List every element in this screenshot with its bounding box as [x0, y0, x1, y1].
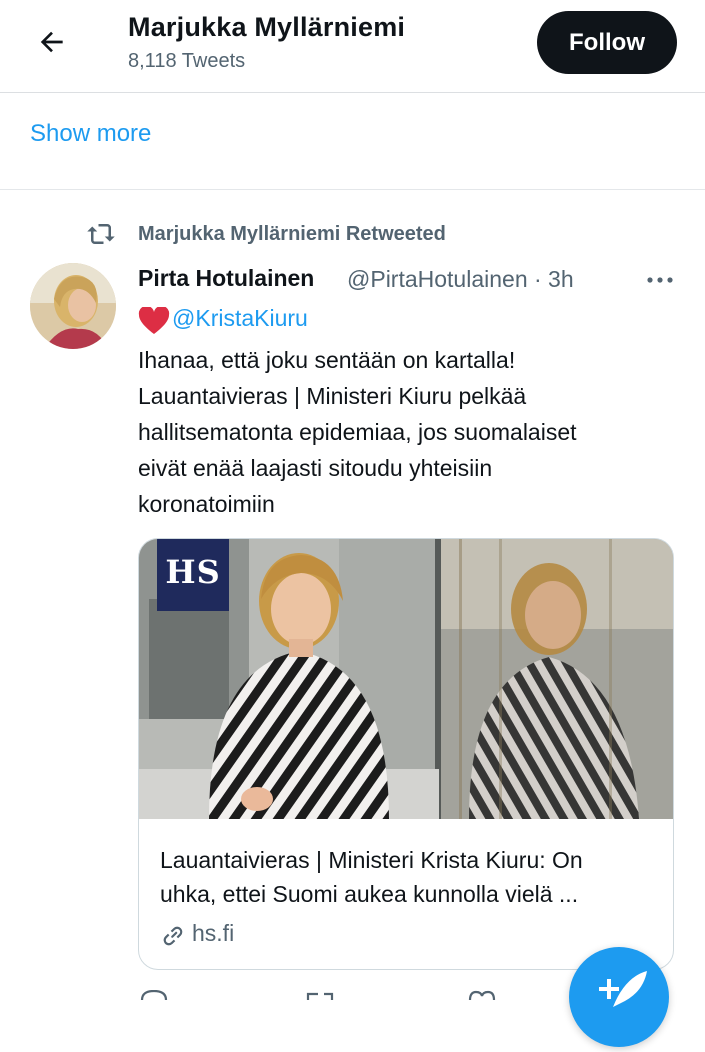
tweet-text: Ihanaa, että joku sentään on kartalla! L… [138, 342, 678, 522]
card-title-line: Lauantaivieras | Ministeri Krista Kiuru:… [160, 847, 583, 873]
link-icon [163, 926, 183, 946]
tweet-handle-time[interactable]: @PirtaHotulainen · 3h [347, 266, 574, 293]
tweet-text-line: hallitsematonta epidemiaa, jos suomalais… [138, 419, 577, 445]
card-title: Lauantaivieras | Ministeri Krista Kiuru:… [160, 843, 660, 911]
tweet-count: 8,118 Tweets [128, 50, 246, 72]
avatar-image [30, 263, 116, 349]
profile-name: Marjukka Myllärniemi [128, 12, 406, 42]
retweeted-by-label: Marjukka Myllärniemi Retweeted [138, 223, 446, 245]
tweet-text-line: Ihanaa, että joku sentään on kartalla! [138, 347, 516, 373]
like-icon[interactable] [468, 990, 496, 1000]
divider [0, 189, 705, 190]
hs-logo: HS [165, 553, 221, 591]
profile-header: Marjukka Myllärniemi 8,118 Tweets Follow [0, 0, 705, 93]
avatar[interactable] [30, 263, 116, 349]
back-arrow-icon[interactable] [36, 26, 68, 58]
tweet-text-line: eivät enää laajasti sitoudu yhteisiin [138, 455, 493, 481]
reply-icon[interactable] [140, 990, 168, 1000]
retweet-icon [87, 224, 115, 244]
tweet-actions-row [0, 990, 705, 1000]
more-options-icon[interactable] [644, 268, 676, 292]
card-domain: hs.fi [192, 920, 235, 946]
mention-link[interactable]: @KristaKiuru [172, 305, 308, 332]
tweet-author-name[interactable]: Pirta Hotulainen [138, 265, 314, 292]
tweet-text-line: Lauantaivieras | Ministeri Kiuru pelkää [138, 383, 527, 409]
follow-button[interactable]: Follow [537, 11, 677, 74]
link-card[interactable]: HS Lauantaivieras | Ministeri Krista Kiu… [138, 538, 674, 970]
retweet-action-icon[interactable] [304, 990, 336, 1000]
show-more-link[interactable]: Show more [30, 120, 151, 148]
tweet-text-line: koronatoimiin [138, 491, 275, 517]
heart-emoji-icon [138, 307, 170, 334]
card-title-line: uhka, ettei Suomi aukea kunnolla vielä .… [160, 881, 579, 907]
